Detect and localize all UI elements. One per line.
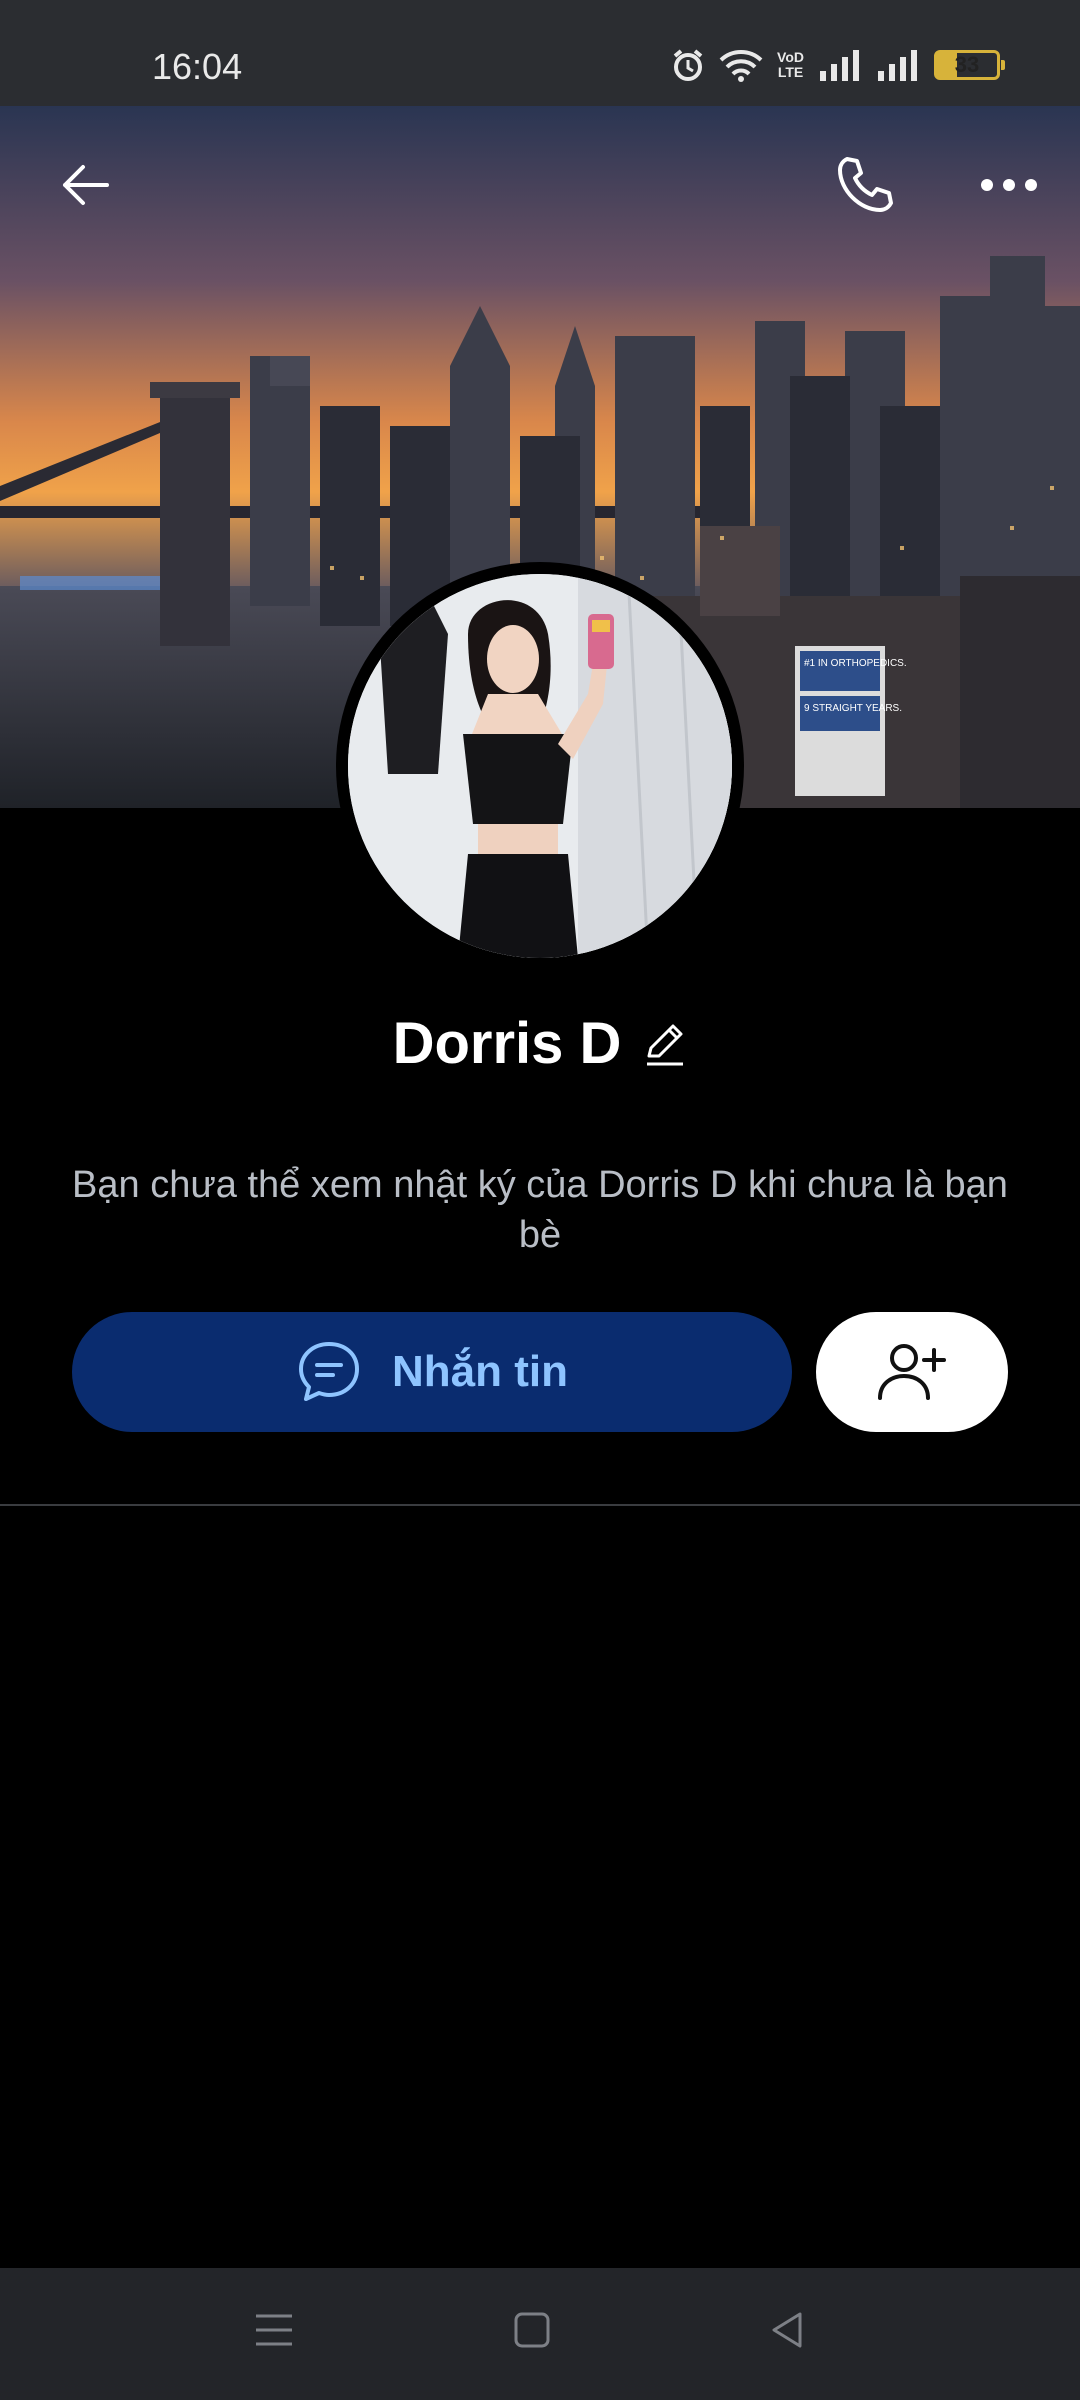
- menu-icon[interactable]: [254, 2310, 294, 2350]
- avatar-ring: [336, 562, 744, 970]
- alarm-icon: [673, 49, 703, 81]
- more-options-button[interactable]: [964, 140, 1054, 230]
- message-button-label: Nhắn tin: [392, 1347, 568, 1396]
- profile-name: Dorris D: [392, 1011, 622, 1076]
- avatar[interactable]: [348, 574, 732, 958]
- phone-icon: [838, 157, 893, 212]
- message-button[interactable]: Nhắn tin: [72, 1312, 792, 1432]
- status-time: 16:04: [152, 46, 243, 87]
- home-icon[interactable]: [512, 2310, 552, 2350]
- status-icons: VoD LTE 33: [671, 48, 1005, 82]
- system-navigation-bar: [0, 2268, 1080, 2400]
- status-bar: 16:04 VoD LTE 33: [0, 0, 1080, 106]
- billboard-text-1: #1 IN ORTHOPEDICS.: [804, 658, 907, 669]
- battery-icon: 33: [934, 50, 1005, 80]
- pencil-icon[interactable]: [643, 1020, 687, 1068]
- network-type-label: VoD LTE: [777, 49, 804, 80]
- profile-name-row: Dorris D: [0, 1010, 1080, 1077]
- add-friend-icon: [878, 1344, 946, 1400]
- signal-icon: [820, 50, 859, 81]
- privacy-notice: Bạn chưa thể xem nhật ký của Dorris D kh…: [72, 1164, 1008, 1256]
- arrow-left-icon: [63, 165, 109, 205]
- back-nav-icon[interactable]: [768, 2310, 808, 2350]
- chat-bubble-icon: [299, 1342, 359, 1401]
- add-friend-button[interactable]: [816, 1312, 1008, 1432]
- signal-icon-2: [878, 50, 917, 81]
- call-button[interactable]: [820, 140, 910, 230]
- section-divider: [0, 1504, 1080, 1506]
- billboard-text-2: 9 STRAIGHT YEARS.: [804, 703, 902, 714]
- avatar-photo: [348, 574, 732, 958]
- wifi-icon: [719, 50, 763, 82]
- more-dots-icon: [981, 179, 1037, 191]
- back-button[interactable]: [40, 140, 130, 230]
